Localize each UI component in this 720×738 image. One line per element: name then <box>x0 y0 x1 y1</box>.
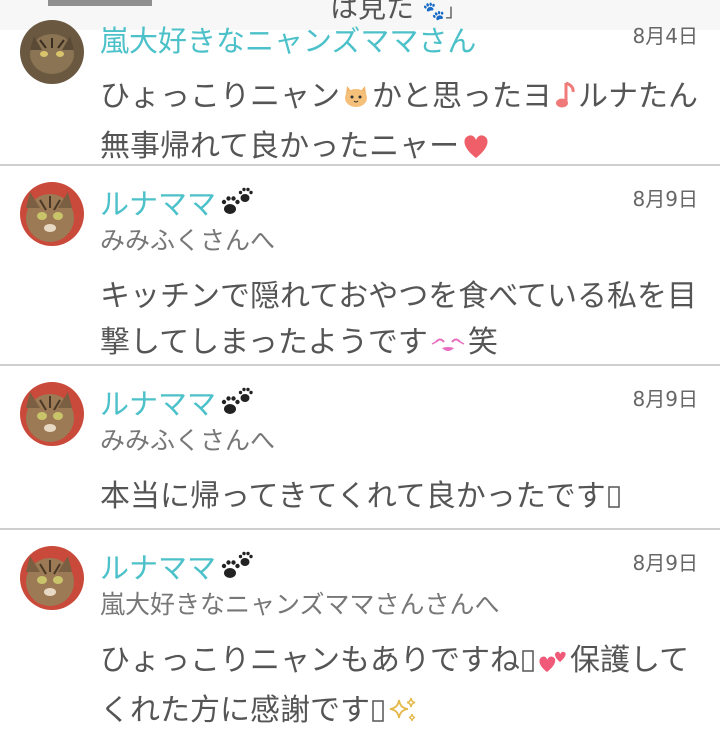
comment-date: 8月9日 <box>632 187 698 211</box>
reply-to: 嵐大好きなニャンズママさんさんへ <box>100 590 500 619</box>
paw-icon <box>220 551 254 589</box>
author-name[interactable]: 嵐大好きなニャンズママさん <box>100 23 476 59</box>
author-name-text: 嵐大好きなニャンズママさん <box>100 24 477 58</box>
comment-item: 嵐大好きなニャンズママさん 8月4日 ひょっこりニャン かと思ったヨ ルナたん無事帰… <box>0 20 720 164</box>
author-name-text: ルナママ <box>100 387 217 421</box>
cat-face-icon <box>342 78 370 124</box>
cat-photo-icon <box>20 182 84 246</box>
comment-item: ルナママ 8月9日 みみふくさんへ キッチンで隠れておやつを食べている私を目撃し… <box>0 166 720 364</box>
comment-item: ルナママ 8月9日 みみふくさんへ 本当に帰ってきてくれて良かったです <box>0 366 720 528</box>
comment-body: ひょっこりニャン かと思ったヨ ルナたん無事帰れて良かったニャー <box>100 74 700 174</box>
missing-glyph-icon <box>608 478 620 524</box>
comment-date: 8月9日 <box>632 551 698 575</box>
cat-photo-icon <box>20 382 84 446</box>
avatar[interactable] <box>20 546 84 610</box>
author-name-text: ルナママ <box>100 187 217 221</box>
comment-date: 8月9日 <box>632 387 698 411</box>
author-name[interactable]: ルナママ <box>100 550 254 589</box>
comment-date: 8月4日 <box>632 24 698 48</box>
missing-glyph-icon <box>372 692 384 738</box>
reply-to: みみふくさんへ <box>100 426 276 455</box>
avatar[interactable] <box>20 382 84 446</box>
two-hearts-icon <box>538 642 568 688</box>
comment-item: ルナママ 8月9日 嵐大好きなニャンズママさんさんへ ひょっこりニャンもありです… <box>0 530 720 728</box>
paw-icon <box>220 187 254 225</box>
comment-body: キッチンで隠れておやつを食べている私を目撃してしまったようです笑 <box>100 274 700 370</box>
paw-icon <box>220 387 254 425</box>
reply-to: みみふくさんへ <box>100 226 276 255</box>
comment-body: 本当に帰ってきてくれて良かったです <box>100 474 700 524</box>
music-note-icon <box>554 78 576 124</box>
comment-body: ひょっこりニャンもありですね 保護してくれた方に感謝です <box>100 638 700 738</box>
paw-icon: 🐾」 <box>422 1 464 22</box>
author-name[interactable]: ルナママ <box>100 386 254 425</box>
author-name[interactable]: ルナママ <box>100 186 254 225</box>
author-name-text: ルナママ <box>100 551 217 585</box>
cropped-title-text: は見た <box>330 0 415 24</box>
cat-photo-icon <box>20 20 84 84</box>
cat-photo-icon <box>20 546 84 610</box>
avatar[interactable] <box>20 182 84 246</box>
missing-glyph-icon <box>522 642 534 688</box>
cropped-thumbnail <box>48 0 152 6</box>
sparkles-icon <box>388 692 418 738</box>
avatar[interactable] <box>20 20 84 84</box>
